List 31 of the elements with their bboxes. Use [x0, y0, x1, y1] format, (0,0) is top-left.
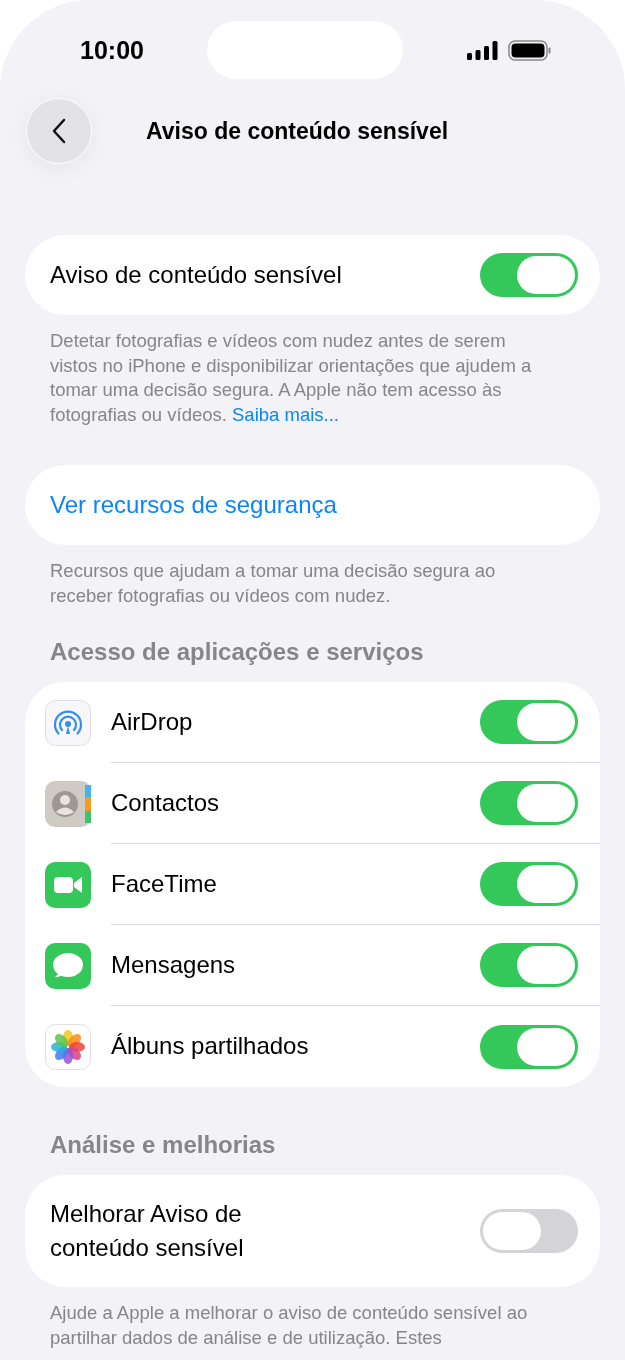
section-header: Análise e melhorias [49, 1131, 277, 1160]
app-label: FaceTime [111, 868, 218, 899]
toggle-switch[interactable] [480, 700, 578, 744]
safety-resources-link[interactable]: Ver recursos de segurança [50, 491, 337, 519]
contacts-icon [45, 780, 91, 827]
footer-text: Recursos que ajudam a tomar uma decisão segura ao receber fotografias ou vídeos com nudez. [49, 559, 497, 608]
toggle-switch[interactable] [480, 1024, 578, 1069]
app-label: Álbuns partilhados [111, 1031, 310, 1062]
app-label: AirDrop [111, 706, 194, 737]
flower-icon [45, 1023, 91, 1070]
toggle-switch[interactable] [480, 1209, 578, 1253]
speech-bubble-icon [45, 942, 91, 989]
learn-more-link[interactable]: Saiba mais... [232, 403, 339, 425]
airdrop-icon [45, 699, 91, 746]
setting-label: Melhorar Aviso de conteúdo sensível [50, 1198, 245, 1263]
toggle-switch[interactable] [480, 253, 578, 297]
battery-icon [508, 39, 551, 61]
nav-title: Aviso de conteúdo sensível [146, 117, 449, 145]
app-label: Contactos [111, 787, 221, 818]
status-time: 10:00 [80, 35, 144, 65]
toggle-switch[interactable] [480, 862, 578, 906]
footer-text: Detetar fotografias e vídeos com nudez antes de serem vistos no iPhone e disponibilizar orientações que ajudem a tomar uma decisão segura. A Apple não tem acesso às fotografias ou vídeos. Saiba mais... [49, 329, 533, 427]
setting-label: Aviso de conteúdo sensível [50, 259, 343, 290]
toggle-switch[interactable] [480, 781, 578, 825]
video-camera-icon [45, 861, 91, 908]
section-header: Acesso de aplicações e serviços [49, 638, 425, 667]
app-label: Mensagens [111, 949, 237, 980]
chevron-left-icon [52, 118, 66, 144]
toggle-switch[interactable] [480, 943, 578, 987]
signal-icon [467, 40, 498, 60]
footer-text: Ajude a Apple a melhorar o aviso de conteúdo sensível ao partilhar dados de análise e de utilização. Estes [49, 1301, 529, 1350]
